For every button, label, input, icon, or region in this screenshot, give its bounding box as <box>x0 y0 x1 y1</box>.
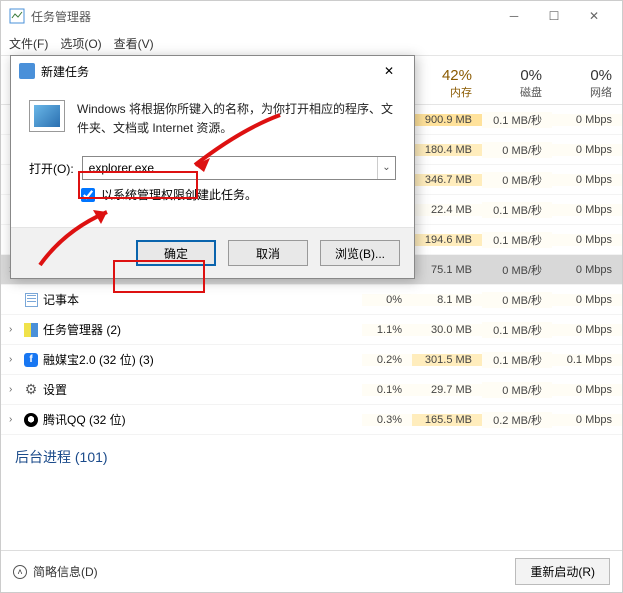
run-dialog-icon <box>19 63 35 79</box>
process-icon: f <box>23 352 39 368</box>
process-name: 设置 <box>43 381 67 398</box>
chevron-up-icon: ˄ <box>13 565 27 579</box>
task-manager-icon <box>9 8 25 24</box>
maximize-button[interactable]: ☐ <box>534 2 574 30</box>
admin-checkbox[interactable] <box>81 188 95 202</box>
process-icon <box>23 292 39 308</box>
process-name: 任务管理器 (2) <box>43 321 121 338</box>
expand-chevron-icon[interactable]: › <box>9 384 19 395</box>
table-row[interactable]: ›腾讯QQ (32 位)0.3%165.5 MB0.2 MB/秒0 Mbps <box>1 405 622 435</box>
close-button[interactable]: ✕ <box>574 2 614 30</box>
table-row[interactable]: ›任务管理器 (2)1.1%30.0 MB0.1 MB/秒0 Mbps <box>1 315 622 345</box>
footer: ˄ 简略信息(D) 重新启动(R) <box>1 550 622 592</box>
menubar: 文件(F) 选项(O) 查看(V) <box>1 31 622 55</box>
menu-file[interactable]: 文件(F) <box>9 35 48 52</box>
process-icon <box>23 412 39 428</box>
table-row[interactable]: ›f融媒宝2.0 (32 位) (3)0.2%301.5 MB0.1 MB/秒0… <box>1 345 622 375</box>
table-row[interactable]: ›⚙设置0.1%29.7 MB0 MB/秒0 Mbps <box>1 375 622 405</box>
menu-view[interactable]: 查看(V) <box>114 35 154 52</box>
expand-chevron-icon[interactable]: › <box>9 414 19 425</box>
process-name: 腾讯QQ (32 位) <box>43 411 126 428</box>
ok-button[interactable]: 确定 <box>136 240 216 266</box>
titlebar: 任务管理器 ─ ☐ ✕ <box>1 1 622 31</box>
minimize-button[interactable]: ─ <box>494 2 534 30</box>
open-combobox[interactable]: ⌄ <box>82 156 396 180</box>
run-dialog: 新建任务 ✕ Windows 将根据你所键入的名称，为你打开相应的程序、文件夹、… <box>10 55 415 279</box>
dialog-title: 新建任务 <box>41 63 372 80</box>
restart-button[interactable]: 重新启动(R) <box>515 558 610 585</box>
col-memory[interactable]: 42% 内存 <box>412 56 482 104</box>
run-prompt-icon <box>29 100 65 132</box>
menu-options[interactable]: 选项(O) <box>60 35 101 52</box>
process-icon: ⚙ <box>23 382 39 398</box>
chevron-down-icon[interactable]: ⌄ <box>377 157 395 179</box>
process-name: 融媒宝2.0 (32 位) (3) <box>43 351 154 368</box>
process-icon <box>23 322 39 338</box>
expand-chevron-icon[interactable]: › <box>9 324 19 335</box>
admin-label: 以系统管理权限创建此任务。 <box>101 186 257 203</box>
process-name: 记事本 <box>43 291 79 308</box>
window-title: 任务管理器 <box>31 8 494 25</box>
cancel-button[interactable]: 取消 <box>228 240 308 266</box>
open-label: 打开(O): <box>29 160 74 177</box>
dialog-close-button[interactable]: ✕ <box>372 58 406 84</box>
section-background: 后台进程 (101) <box>1 435 622 471</box>
expand-chevron-icon[interactable]: › <box>9 354 19 365</box>
table-row[interactable]: 记事本0%8.1 MB0 MB/秒0 Mbps <box>1 285 622 315</box>
dialog-prompt: Windows 将根据你所键入的名称，为你打开相应的程序、文件夹、文档或 Int… <box>77 100 396 138</box>
col-network[interactable]: 0% 网络 <box>552 56 622 104</box>
browse-button[interactable]: 浏览(B)... <box>320 240 400 266</box>
open-input[interactable] <box>83 157 377 179</box>
fewer-details-button[interactable]: ˄ 简略信息(D) <box>13 563 98 580</box>
col-disk[interactable]: 0% 磁盘 <box>482 56 552 104</box>
